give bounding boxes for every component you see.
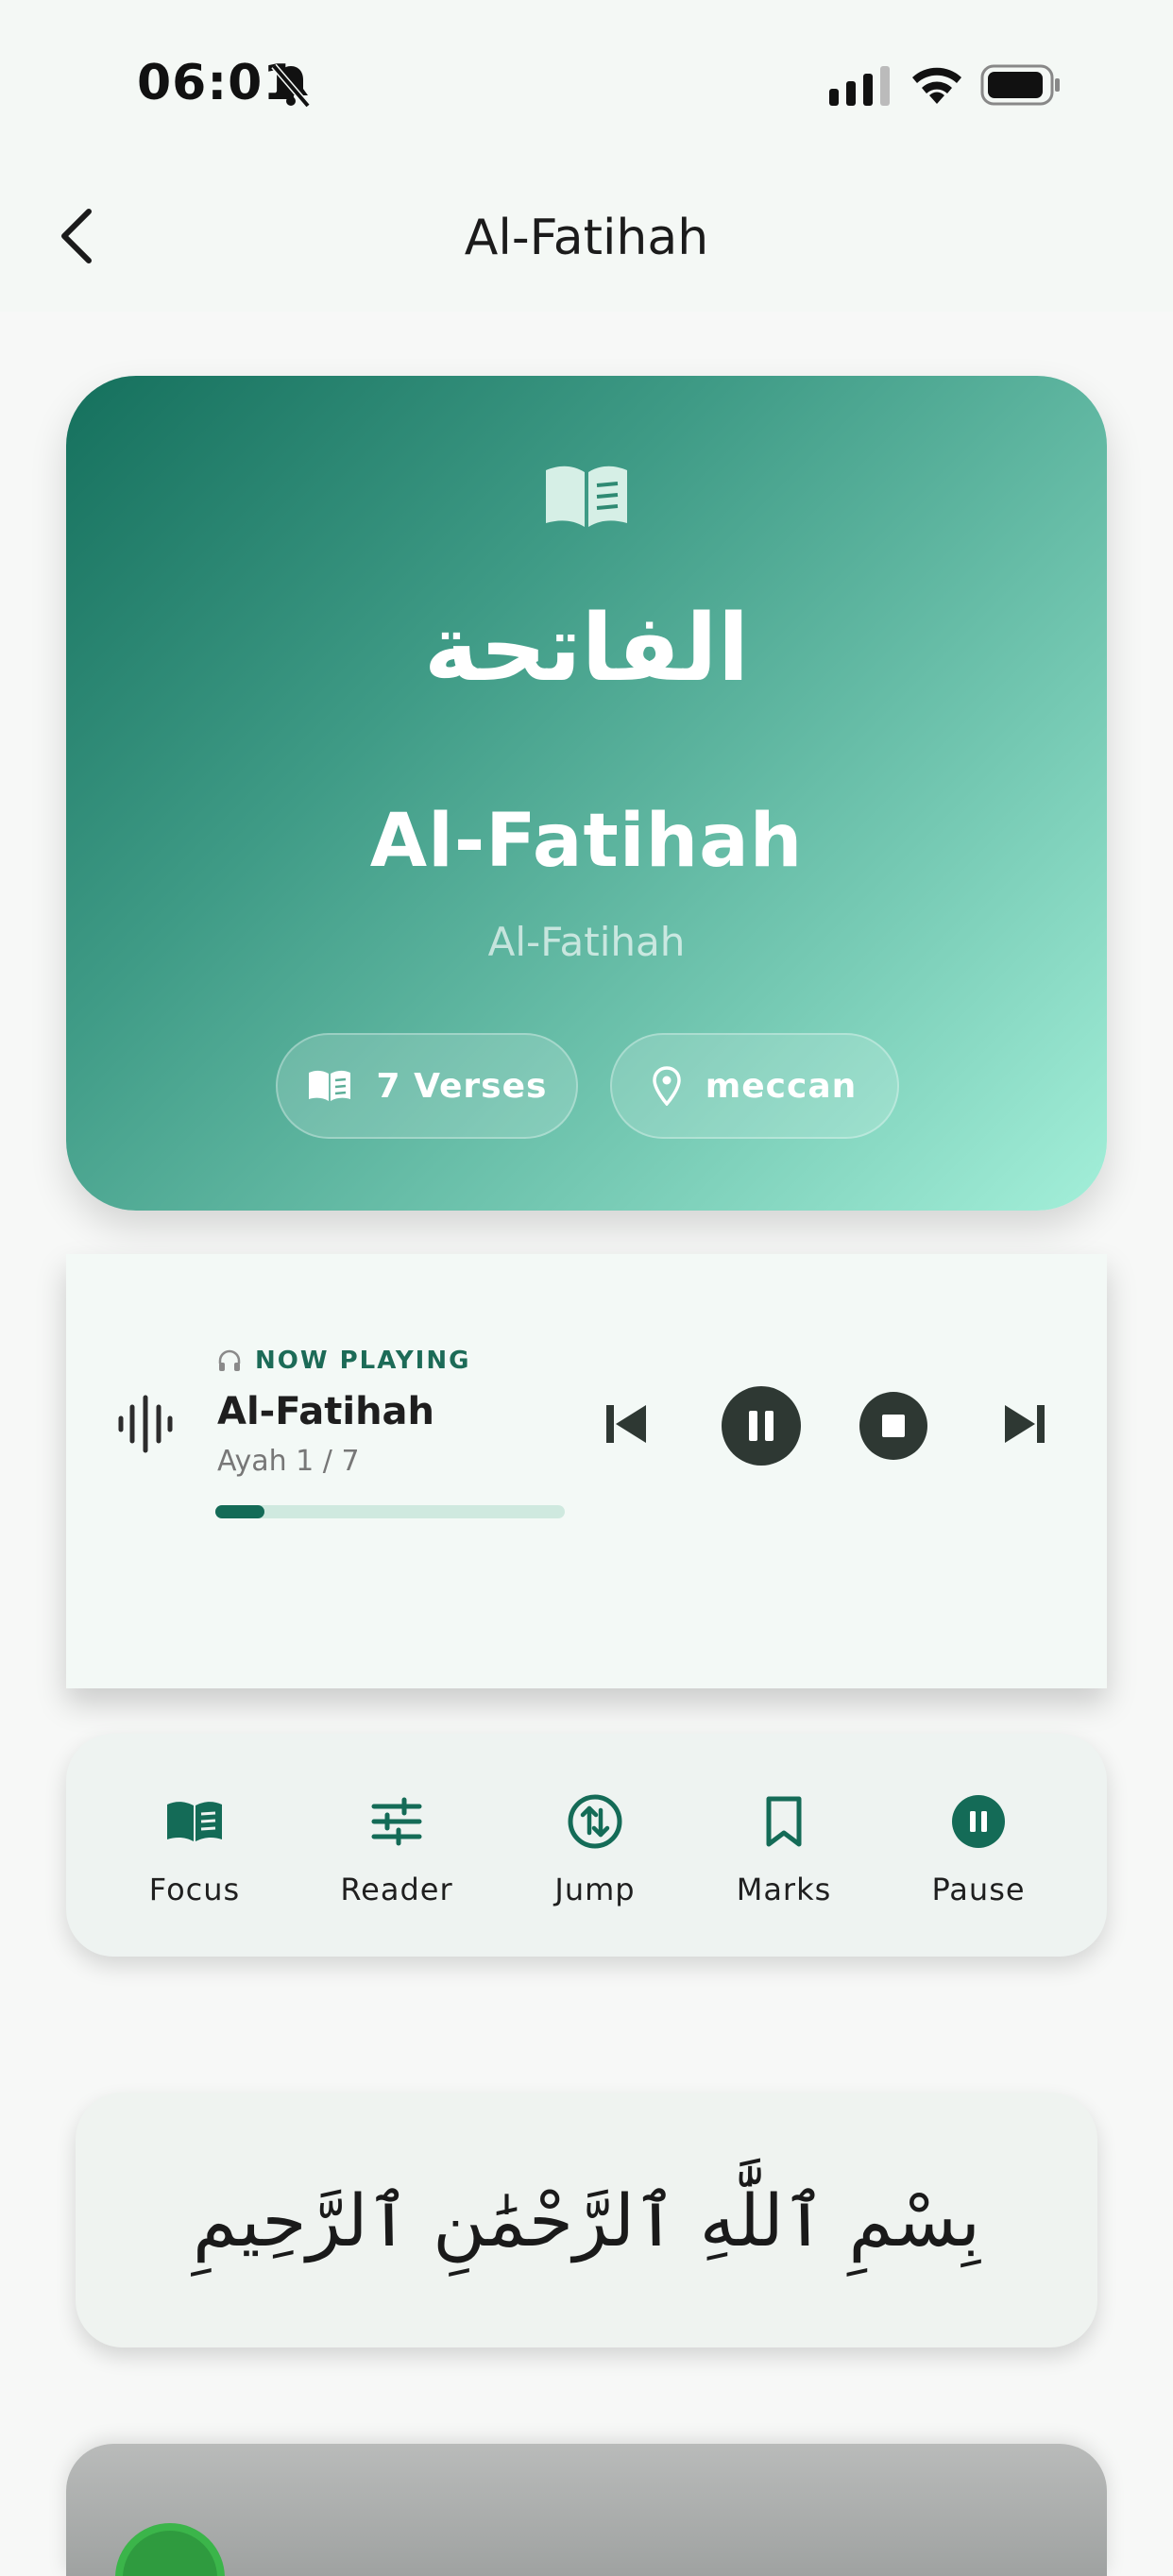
action-jump[interactable]: Jump xyxy=(501,1734,689,1957)
bismillah-card: بِسْمِ ٱللَّٰهِ ٱلرَّحْمَٰنِ ٱلرَّحِيمِ xyxy=(76,2093,1097,2347)
playback-progress-track[interactable] xyxy=(215,1505,565,1518)
page-title: Al-Fatihah xyxy=(464,210,709,266)
now-playing-text: NOW PLAYING xyxy=(255,1347,471,1375)
swap-vertical-icon xyxy=(568,1794,622,1849)
action-reader[interactable]: Reader xyxy=(302,1734,491,1957)
surah-hero-card: الفاتحة Al-Fatihah Al-Fatihah 7 Verses m… xyxy=(66,376,1107,1211)
pause-button[interactable] xyxy=(722,1386,801,1466)
surah-transliteration: Al-Fatihah xyxy=(487,919,686,965)
revelation-chip-label: meccan xyxy=(705,1066,858,1106)
location-pin-icon xyxy=(652,1066,681,1106)
previous-button[interactable] xyxy=(601,1398,654,1450)
cellular-signal-icon xyxy=(829,66,890,106)
bismillah-text: بِسْمِ ٱللَّٰهِ ٱلرَّحْمَٰنِ ٱلرَّحِيمِ xyxy=(192,2178,981,2262)
verses-chip: 7 Verses xyxy=(276,1033,578,1139)
verses-chip-label: 7 Verses xyxy=(376,1066,548,1106)
now-playing-label: NOW PLAYING xyxy=(217,1347,470,1375)
skip-previous-icon xyxy=(606,1405,646,1443)
action-focus[interactable]: Focus xyxy=(100,1734,289,1957)
surah-arabic-name: الفاتحة xyxy=(423,595,750,703)
action-reader-label: Reader xyxy=(340,1872,453,1907)
wifi-icon xyxy=(912,67,961,104)
pause-icon xyxy=(749,1411,774,1441)
action-pause[interactable]: Pause xyxy=(884,1734,1073,1957)
stop-button[interactable] xyxy=(859,1392,927,1460)
action-focus-label: Focus xyxy=(148,1872,241,1907)
sliders-icon xyxy=(371,1797,422,1846)
now-playing-card: NOW PLAYING Al-Fatihah Ayah 1 / 7 xyxy=(66,1254,1107,1688)
headphones-icon xyxy=(218,1349,241,1371)
battery-icon xyxy=(980,64,1060,106)
stop-icon xyxy=(882,1415,905,1437)
reader-actions-bar: Focus Reader Jump Marks Pause xyxy=(66,1734,1107,1957)
playback-progress-fill xyxy=(215,1505,264,1518)
bell-muted-icon xyxy=(271,63,311,108)
action-pause-label: Pause xyxy=(931,1872,1026,1907)
revelation-chip: meccan xyxy=(610,1033,899,1139)
action-marks[interactable]: Marks xyxy=(689,1734,878,1957)
now-playing-ayah: Ayah 1 / 7 xyxy=(217,1445,360,1478)
next-button[interactable] xyxy=(997,1398,1050,1450)
action-marks-label: Marks xyxy=(736,1872,832,1907)
pause-circle-icon xyxy=(952,1795,1005,1848)
audio-waveform-icon xyxy=(118,1395,173,1453)
ayah-number-badge xyxy=(115,2523,225,2576)
open-book-icon xyxy=(546,466,627,527)
skip-next-icon xyxy=(1005,1405,1045,1443)
status-bar: 06:01 xyxy=(0,0,1173,170)
bookmark-icon xyxy=(766,1796,802,1847)
book-icon xyxy=(308,1070,350,1101)
action-jump-label: Jump xyxy=(554,1872,636,1907)
now-playing-title: Al-Fatihah xyxy=(217,1390,435,1433)
ayah-card[interactable] xyxy=(66,2444,1107,2576)
open-book-icon xyxy=(167,1802,222,1841)
surah-english-name: Al-Fatihah xyxy=(369,799,804,884)
